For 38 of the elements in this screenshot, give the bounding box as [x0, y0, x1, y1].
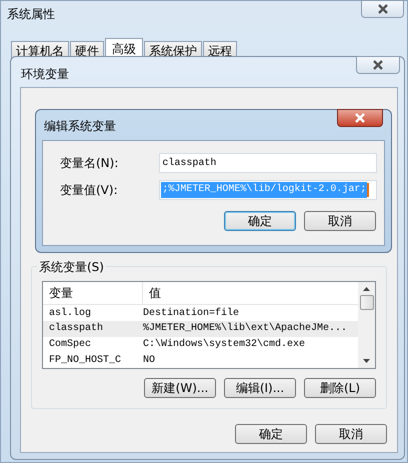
list-row[interactable]: classpath %JMETER_HOME%\lib\ext\ApacheJMe... [43, 321, 358, 337]
cancel-button[interactable]: 取消 [315, 424, 387, 444]
cancel-button[interactable]: 取消 [304, 211, 376, 231]
table-cell: Destination=file [143, 308, 240, 319]
scrollbar[interactable] [358, 282, 375, 368]
table-cell: C:\Windows\system32\cmd.exe [143, 339, 306, 350]
close-icon [376, 4, 388, 14]
action-button[interactable]: 新建(W)... [144, 378, 216, 398]
close-icon [372, 60, 384, 70]
close-button[interactable] [361, 0, 404, 18]
dialog-title: 编辑系统变量 [44, 119, 116, 133]
list-row[interactable]: ComSpec C:\Windows\system32\cmd.exe [43, 336, 358, 352]
field-label: 变量值(V): [60, 182, 119, 198]
action-button[interactable]: 删除(L) [304, 378, 376, 398]
field-label: 变量名(N): [60, 154, 120, 172]
scroll-thumb[interactable] [360, 295, 374, 310]
list-row[interactable]: FP_NO_HOST_C NO [43, 352, 358, 368]
close-button[interactable] [337, 109, 383, 127]
action-button[interactable]: 编辑(I)... [224, 378, 296, 398]
close-button[interactable] [356, 56, 400, 74]
close-icon [354, 113, 366, 123]
table-cell-text: ComSpec [48, 339, 92, 350]
column-header[interactable]: 值 [143, 282, 358, 304]
up-arrow-icon[interactable] [363, 287, 370, 291]
list-row[interactable]: asl.log Destination=file [43, 305, 358, 322]
table-cell: %JMETER_HOME%\lib\ext\ApacheJMe... [143, 323, 348, 334]
table-cell-text: FP_NO_HOST_C [48, 354, 122, 366]
column-header[interactable]: 变量 [43, 282, 143, 304]
ok-button[interactable]: 确定 [224, 211, 296, 231]
input-field[interactable]: classpath [159, 153, 377, 173]
ok-button[interactable]: 确定 [235, 424, 307, 444]
group-label: 系统变量(S) [37, 259, 106, 276]
table-cell-text: classpath [48, 323, 104, 334]
down-arrow-icon[interactable] [363, 359, 370, 363]
dialog-title: 环境变量 [21, 67, 69, 81]
window-title: 系统属性 [7, 7, 55, 21]
table-cell: NO [143, 354, 156, 366]
table-cell-text: asl.log [48, 308, 92, 319]
